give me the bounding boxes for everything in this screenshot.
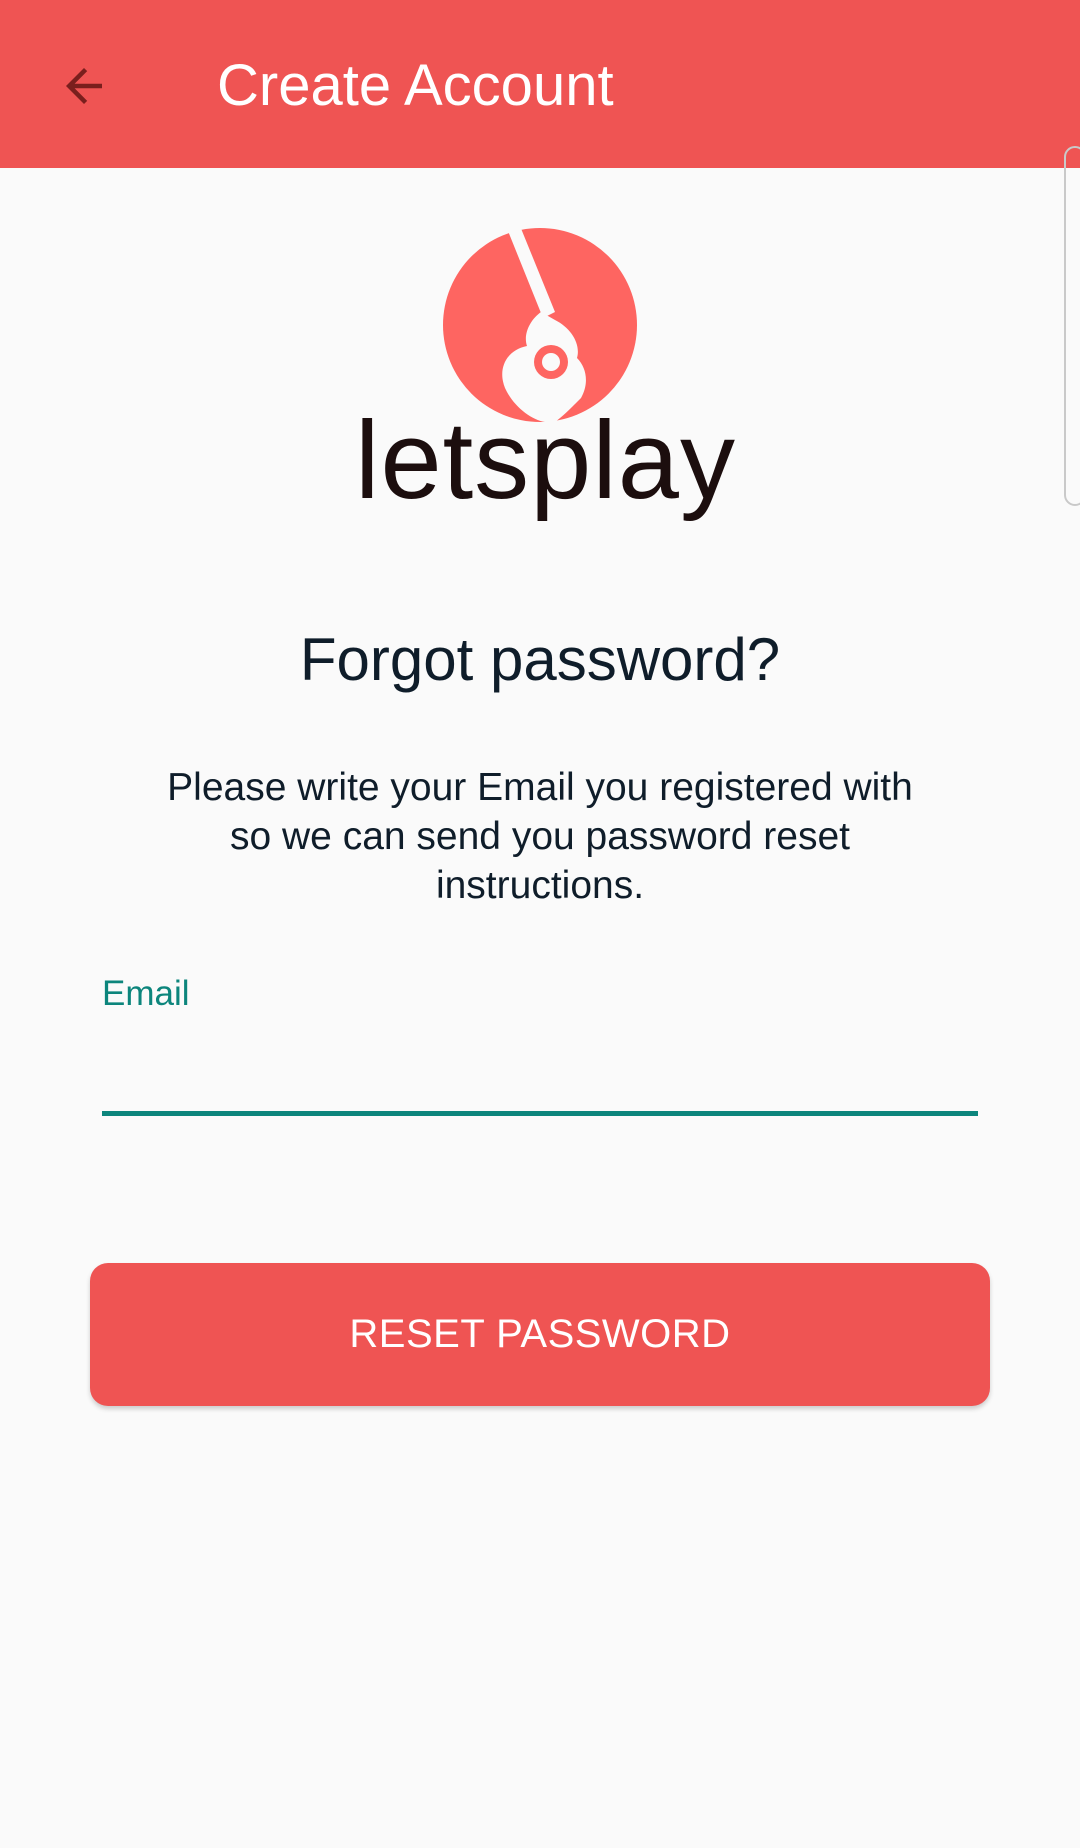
back-button[interactable] xyxy=(42,44,126,128)
scroll-indicator xyxy=(1064,146,1080,506)
forgot-password-heading: Forgot password? xyxy=(299,626,781,693)
email-label: Email xyxy=(102,974,190,1013)
instructions-text: Please write your Email you registered w… xyxy=(167,766,913,907)
reset-password-button[interactable]: RESET PASSWORD xyxy=(90,1263,990,1406)
arrow-left-icon xyxy=(66,68,102,104)
page-title: Create Account xyxy=(217,53,614,118)
app-bar: Create Account xyxy=(0,0,1080,168)
email-field[interactable] xyxy=(102,1026,978,1116)
logo-wordmark: letsplay xyxy=(355,399,736,522)
guitar-circle-icon xyxy=(443,228,637,422)
app-logo: letsplay xyxy=(355,228,736,534)
